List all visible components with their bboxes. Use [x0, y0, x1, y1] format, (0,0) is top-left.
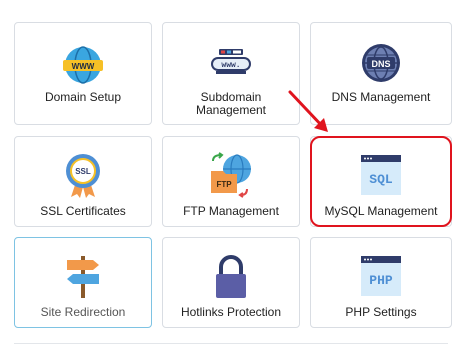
tile-label: SSL Certificates: [40, 204, 126, 218]
subdomain-www-icon: www.: [211, 49, 251, 74]
divider: [14, 343, 448, 344]
services-grid: WWW Domain Setup www. Subdomain Manageme…: [0, 0, 462, 353]
php-window-icon: PHP: [361, 256, 401, 296]
tile-php-settings[interactable]: PHP PHP Settings: [310, 237, 452, 328]
signpost-icon: [67, 256, 99, 298]
tile-label: Site Redirection: [40, 305, 126, 319]
tile-label: MySQL Management: [324, 204, 438, 218]
tile-label: FTP Management: [183, 204, 279, 218]
dns-globe-icon: DNS: [362, 44, 400, 82]
tile-site-redirection[interactable]: Site Redirection: [14, 237, 152, 328]
tile-mysql-management[interactable]: SQL MySQL Management: [310, 136, 452, 227]
tile-label: Domain Setup: [44, 90, 122, 104]
tile-subdomain-management[interactable]: www. Subdomain Management: [162, 22, 300, 125]
tile-ftp-management[interactable]: FTP FTP Management: [162, 136, 300, 227]
php-text: PHP: [369, 273, 393, 288]
ssl-text: SSL: [75, 167, 91, 176]
tile-hotlinks-protection[interactable]: Hotlinks Protection: [162, 237, 300, 328]
tile-label: Subdomain Management: [195, 90, 267, 117]
tile-label: DNS Management: [331, 90, 431, 104]
sql-text: SQL: [369, 172, 393, 187]
ftp-folder-icon: FTP: [211, 152, 251, 198]
ssl-badge-icon: SSL: [66, 154, 100, 198]
subdomain-text: www.: [221, 61, 240, 70]
tile-label: PHP Settings: [345, 305, 417, 319]
tile-label: Hotlinks Protection: [180, 305, 282, 319]
sql-window-icon: SQL: [361, 155, 401, 195]
tile-domain-setup[interactable]: WWW Domain Setup: [14, 22, 152, 125]
ftp-text: FTP: [216, 180, 232, 189]
dns-text: DNS: [371, 59, 390, 69]
padlock-icon: [216, 255, 246, 298]
www-text: WWW: [72, 62, 95, 71]
tile-ssl-certificates[interactable]: SSL SSL Certificates: [14, 136, 152, 227]
tile-dns-management[interactable]: DNS DNS Management: [310, 22, 452, 125]
www-globe-icon: WWW: [63, 46, 103, 84]
